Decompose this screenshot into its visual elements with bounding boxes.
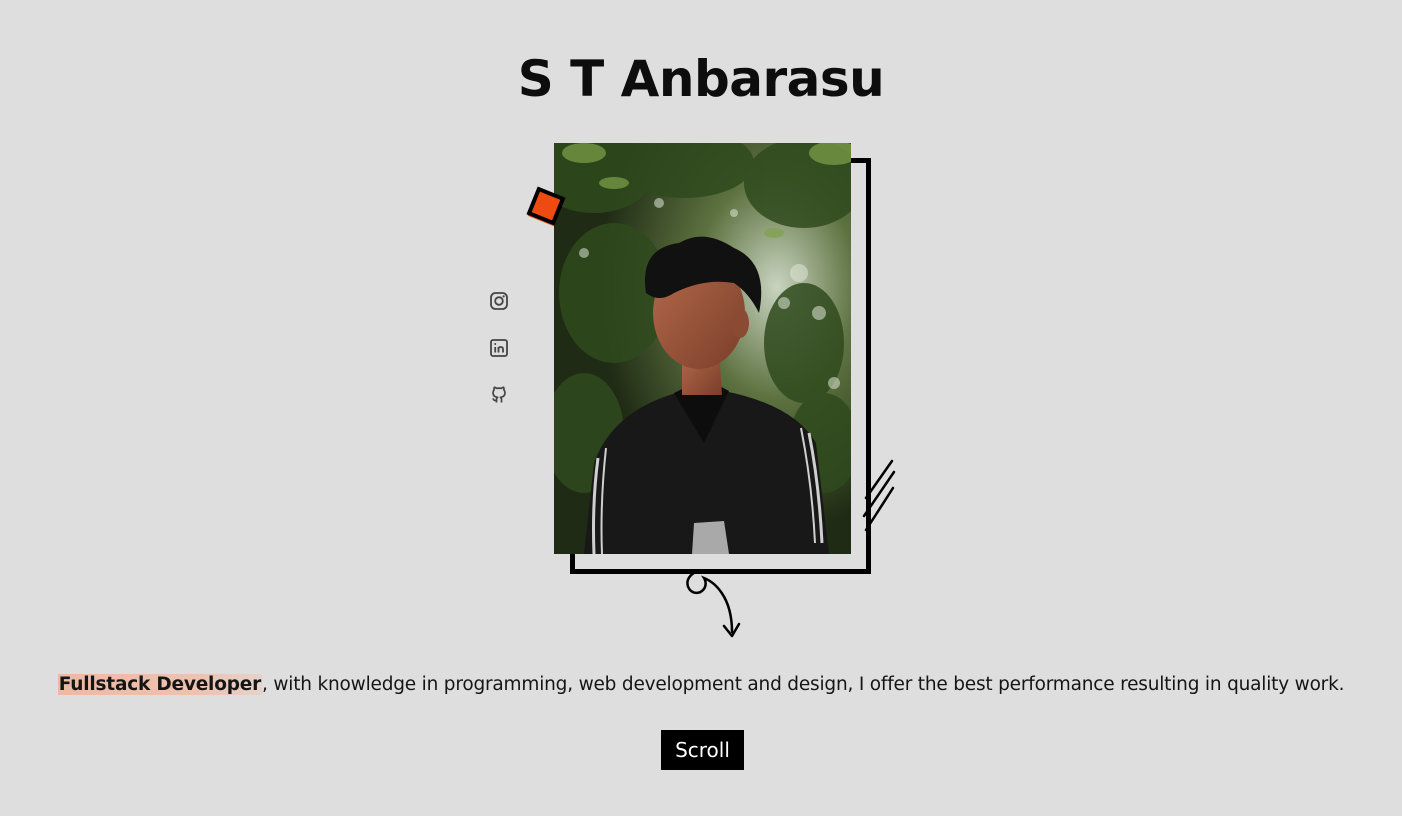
diamond-doodle-icon [526, 186, 566, 227]
linkedin-link[interactable] [488, 337, 510, 359]
instagram-icon [490, 292, 508, 310]
social-links [488, 290, 512, 431]
slash-lines-doodle-icon [862, 459, 896, 532]
instagram-link[interactable] [488, 290, 510, 312]
github-icon [492, 386, 506, 403]
role-highlight: Fullstack Developer [57, 674, 263, 695]
hero-section: S T Anbarasu Fullstack Developer, with k… [0, 0, 1402, 816]
github-link[interactable] [488, 384, 510, 406]
page-title: S T Anbarasu [517, 50, 885, 108]
intro-text: Fullstack Developer, with knowledge in p… [0, 672, 1402, 698]
intro-description: , with knowledge in programming, web dev… [262, 674, 1345, 695]
profile-photo [554, 143, 851, 554]
linkedin-icon [490, 339, 508, 357]
scroll-button[interactable]: Scroll [661, 730, 744, 770]
curly-arrow-icon [686, 569, 741, 638]
